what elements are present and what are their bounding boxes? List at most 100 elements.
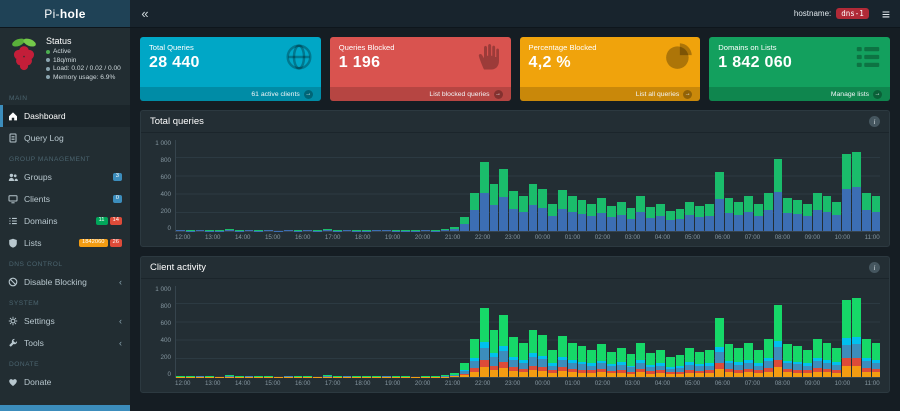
bar[interactable] bbox=[294, 140, 303, 231]
bar[interactable] bbox=[401, 286, 410, 377]
bar[interactable] bbox=[734, 140, 743, 231]
bar[interactable] bbox=[842, 286, 851, 377]
bar[interactable] bbox=[813, 286, 822, 377]
bar[interactable] bbox=[617, 286, 626, 377]
bar[interactable] bbox=[303, 286, 312, 377]
bar[interactable] bbox=[490, 140, 499, 231]
bar[interactable] bbox=[323, 286, 332, 377]
queries-blocked-card[interactable]: Queries Blocked 1 196 List blocked queri… bbox=[330, 37, 511, 101]
bar[interactable] bbox=[205, 140, 214, 231]
bar[interactable] bbox=[392, 286, 401, 377]
bar[interactable] bbox=[313, 140, 322, 231]
bar[interactable] bbox=[529, 286, 538, 377]
bar[interactable] bbox=[460, 286, 469, 377]
bar[interactable] bbox=[215, 286, 224, 377]
bar[interactable] bbox=[264, 286, 273, 377]
bar[interactable] bbox=[509, 140, 518, 231]
bar[interactable] bbox=[646, 140, 655, 231]
bar[interactable] bbox=[813, 140, 822, 231]
bar[interactable] bbox=[597, 286, 606, 377]
bar[interactable] bbox=[519, 140, 528, 231]
bar[interactable] bbox=[274, 286, 283, 377]
bar[interactable] bbox=[793, 286, 802, 377]
bar[interactable] bbox=[480, 140, 489, 231]
bar[interactable] bbox=[411, 286, 420, 377]
bar[interactable] bbox=[793, 140, 802, 231]
card-footer-link[interactable]: List all queries → bbox=[520, 87, 701, 101]
bar[interactable] bbox=[685, 140, 694, 231]
bar[interactable] bbox=[333, 140, 342, 231]
bar[interactable] bbox=[705, 286, 714, 377]
bar[interactable] bbox=[450, 140, 459, 231]
bar[interactable] bbox=[450, 286, 459, 377]
bar[interactable] bbox=[460, 140, 469, 231]
bar[interactable] bbox=[568, 140, 577, 231]
bar[interactable] bbox=[725, 286, 734, 377]
bar[interactable] bbox=[186, 286, 195, 377]
bar[interactable] bbox=[872, 140, 881, 231]
bar[interactable] bbox=[695, 286, 704, 377]
bar[interactable] bbox=[783, 286, 792, 377]
info-icon[interactable]: i bbox=[869, 262, 880, 273]
bar[interactable] bbox=[548, 140, 557, 231]
bar[interactable] bbox=[245, 286, 254, 377]
bar[interactable] bbox=[774, 286, 783, 377]
bar[interactable] bbox=[646, 286, 655, 377]
bar[interactable] bbox=[754, 140, 763, 231]
bar[interactable] bbox=[783, 140, 792, 231]
info-icon[interactable]: i bbox=[869, 116, 880, 127]
sidebar-item-dashboard[interactable]: Dashboard bbox=[0, 105, 130, 127]
bar[interactable] bbox=[774, 140, 783, 231]
sidebar-item-donate[interactable]: Donate bbox=[0, 371, 130, 393]
bar[interactable] bbox=[343, 286, 352, 377]
bar[interactable] bbox=[715, 140, 724, 231]
domains-on-lists-card[interactable]: Domains on Lists 1 842 060 Manage lists … bbox=[709, 37, 890, 101]
bar[interactable] bbox=[470, 140, 479, 231]
bar[interactable] bbox=[823, 140, 832, 231]
bar[interactable] bbox=[225, 140, 234, 231]
card-footer-link[interactable]: List blocked queries → bbox=[330, 87, 511, 101]
bar[interactable] bbox=[715, 286, 724, 377]
hamburger-menu-icon[interactable]: ≡ bbox=[882, 7, 890, 21]
bar[interactable] bbox=[392, 140, 401, 231]
bar[interactable] bbox=[294, 286, 303, 377]
bar[interactable] bbox=[685, 286, 694, 377]
bar[interactable] bbox=[597, 140, 606, 231]
bar[interactable] bbox=[832, 286, 841, 377]
bar[interactable] bbox=[764, 140, 773, 231]
bar[interactable] bbox=[558, 286, 567, 377]
percentage-blocked-card[interactable]: Percentage Blocked 4,2 % List all querie… bbox=[520, 37, 701, 101]
bar[interactable] bbox=[401, 140, 410, 231]
bar[interactable] bbox=[636, 286, 645, 377]
bar[interactable] bbox=[842, 140, 851, 231]
bar[interactable] bbox=[734, 286, 743, 377]
bar[interactable] bbox=[823, 286, 832, 377]
brand-logo[interactable]: Pi-hole bbox=[0, 0, 130, 27]
bar[interactable] bbox=[803, 286, 812, 377]
bar[interactable] bbox=[352, 140, 361, 231]
bar[interactable] bbox=[754, 286, 763, 377]
bar[interactable] bbox=[284, 140, 293, 231]
bar[interactable] bbox=[441, 140, 450, 231]
bar[interactable] bbox=[607, 140, 616, 231]
bar[interactable] bbox=[725, 140, 734, 231]
bar[interactable] bbox=[254, 140, 263, 231]
bar[interactable] bbox=[656, 140, 665, 231]
bar[interactable] bbox=[656, 286, 665, 377]
bar[interactable] bbox=[607, 286, 616, 377]
bar[interactable] bbox=[235, 140, 244, 231]
bar[interactable] bbox=[264, 140, 273, 231]
sidebar-item-query-log[interactable]: Query Log bbox=[0, 127, 130, 149]
bar[interactable] bbox=[548, 286, 557, 377]
bar[interactable] bbox=[538, 286, 547, 377]
bar[interactable] bbox=[852, 286, 861, 377]
bar[interactable] bbox=[480, 286, 489, 377]
bar[interactable] bbox=[558, 140, 567, 231]
bar[interactable] bbox=[499, 286, 508, 377]
bar[interactable] bbox=[676, 286, 685, 377]
bar[interactable] bbox=[343, 140, 352, 231]
bar[interactable] bbox=[362, 286, 371, 377]
bar[interactable] bbox=[695, 140, 704, 231]
bar[interactable] bbox=[529, 140, 538, 231]
bar[interactable] bbox=[421, 140, 430, 231]
